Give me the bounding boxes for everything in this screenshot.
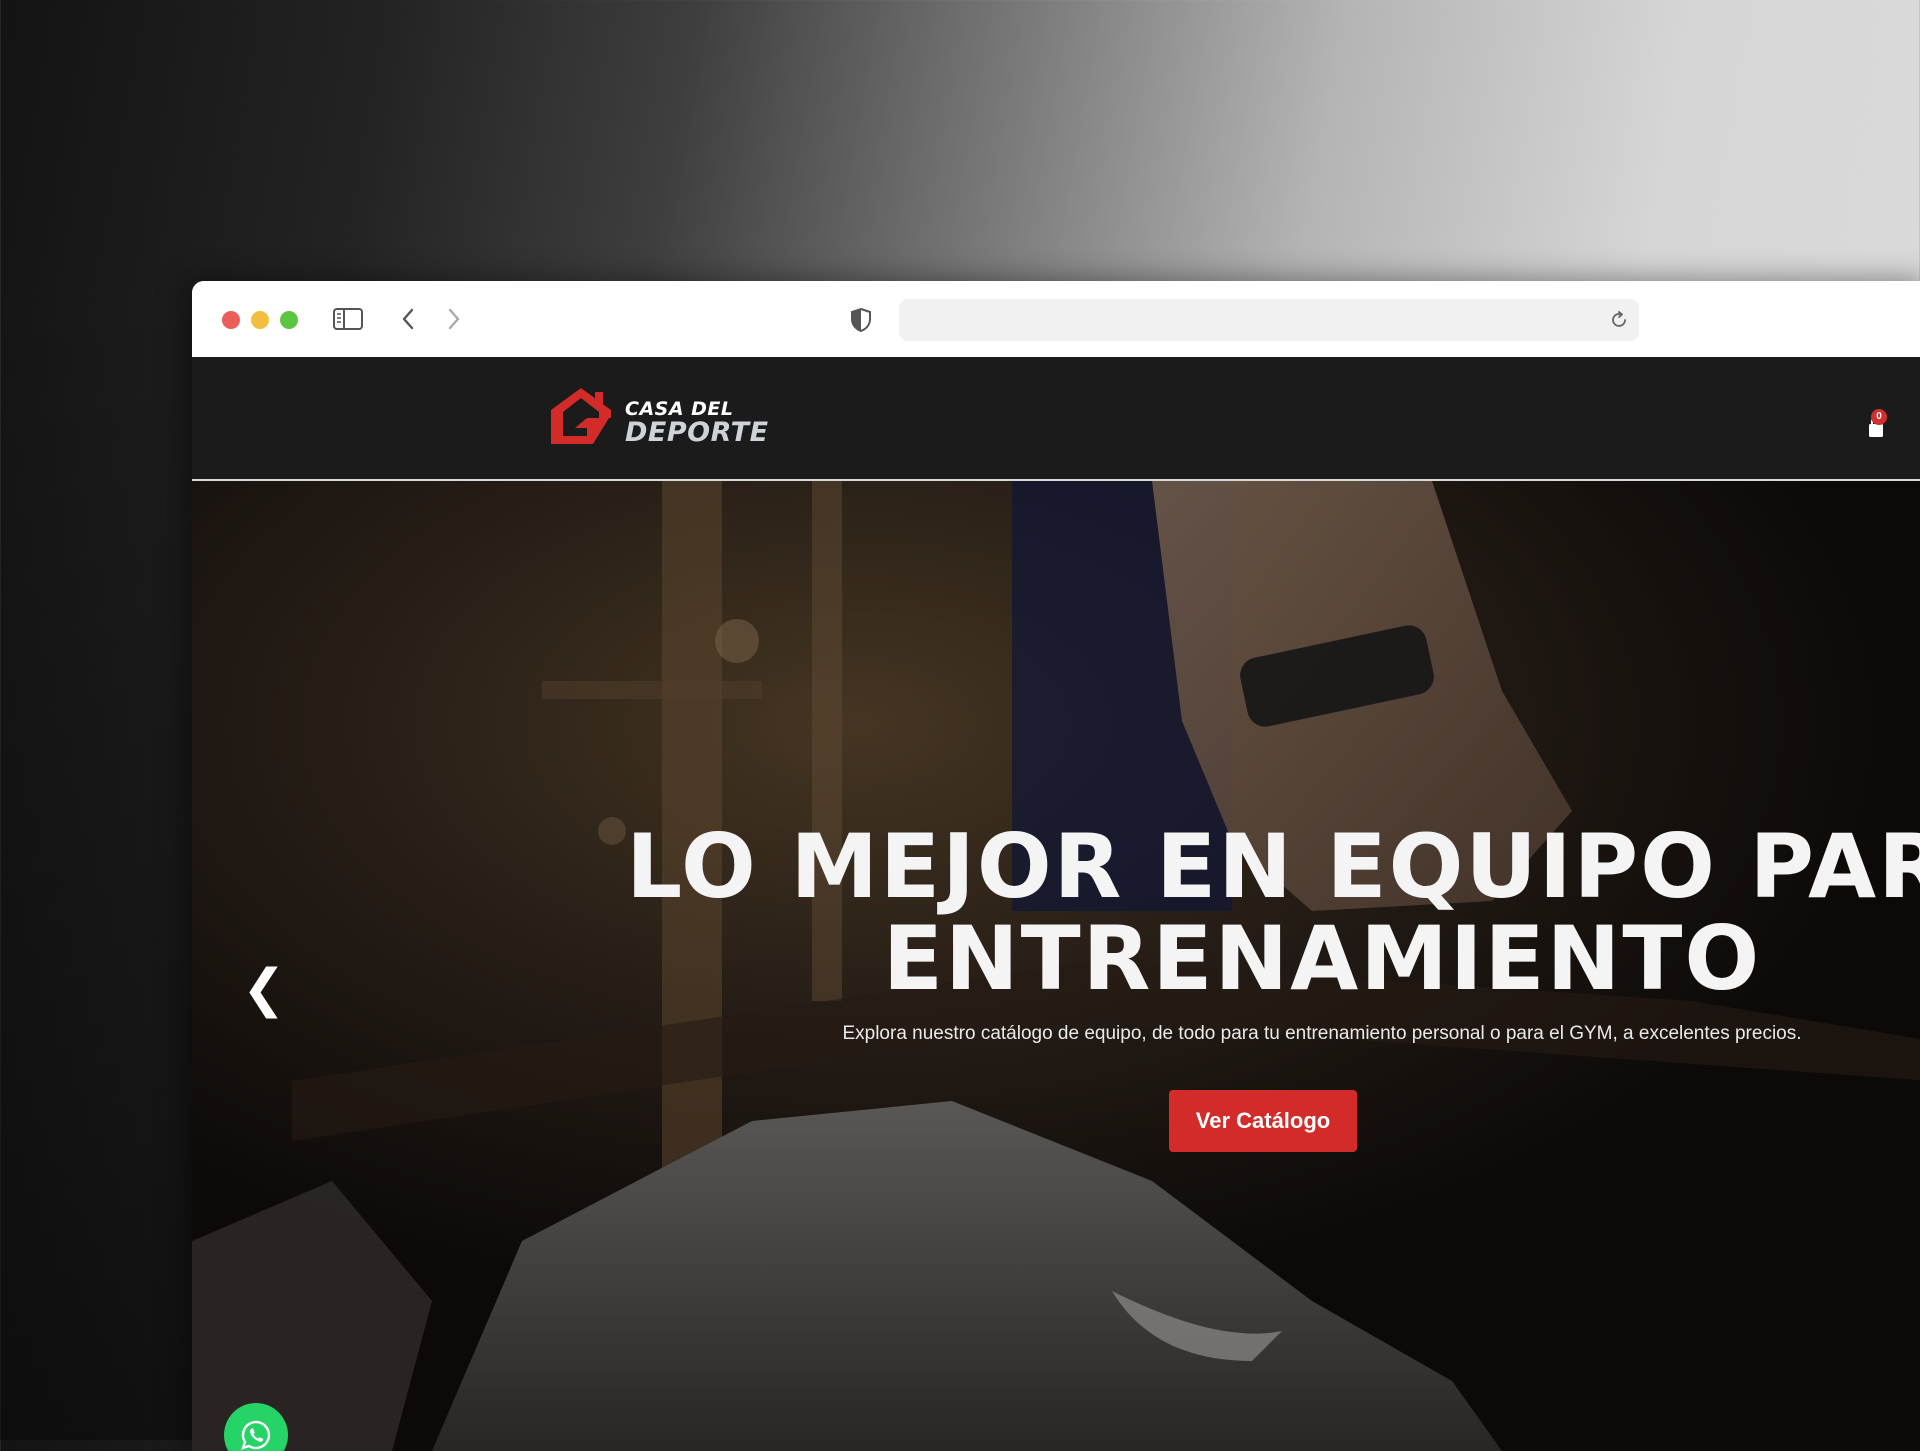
logo-house-icon xyxy=(551,388,611,444)
minimize-window-button[interactable] xyxy=(251,311,269,329)
browser-window: CASA DEL DEPORTE 0 ❮ LO MEJOR EN EQUIPO … xyxy=(192,281,1920,1451)
hero-title-line2: ENTRENAMIENTO xyxy=(882,907,1762,1010)
whatsapp-icon xyxy=(241,1420,271,1450)
site-logo[interactable]: CASA DEL DEPORTE xyxy=(547,384,769,450)
view-catalog-button[interactable]: Ver Catálogo xyxy=(1169,1090,1357,1152)
hero-title: LO MEJOR EN EQUIPO PARA ENTRENAMIENTO xyxy=(492,821,1920,1005)
browser-toolbar xyxy=(192,281,1920,358)
hero-title-line1: LO MEJOR EN EQUIPO PARA xyxy=(626,815,1920,918)
close-window-button[interactable] xyxy=(222,311,240,329)
address-bar[interactable] xyxy=(899,299,1639,341)
slider-prev-arrow[interactable]: ❮ xyxy=(242,961,286,1017)
privacy-shield-icon[interactable] xyxy=(850,307,872,333)
back-chevron-icon[interactable] xyxy=(400,307,416,331)
zoom-window-button[interactable] xyxy=(280,311,298,329)
site-header: CASA DEL DEPORTE 0 xyxy=(192,357,1920,481)
logo-text-line2: DEPORTE xyxy=(625,417,769,448)
forward-chevron-icon[interactable] xyxy=(446,307,462,331)
hero-slider: ❮ LO MEJOR EN EQUIPO PARA ENTRENAMIENTO … xyxy=(192,481,1920,1451)
hero-subtitle: Explora nuestro catálogo de equipo, de t… xyxy=(842,1023,1802,1044)
sidebar-icon[interactable] xyxy=(333,308,363,330)
cart-count-badge: 0 xyxy=(1871,409,1887,425)
reload-icon[interactable] xyxy=(1609,310,1629,330)
